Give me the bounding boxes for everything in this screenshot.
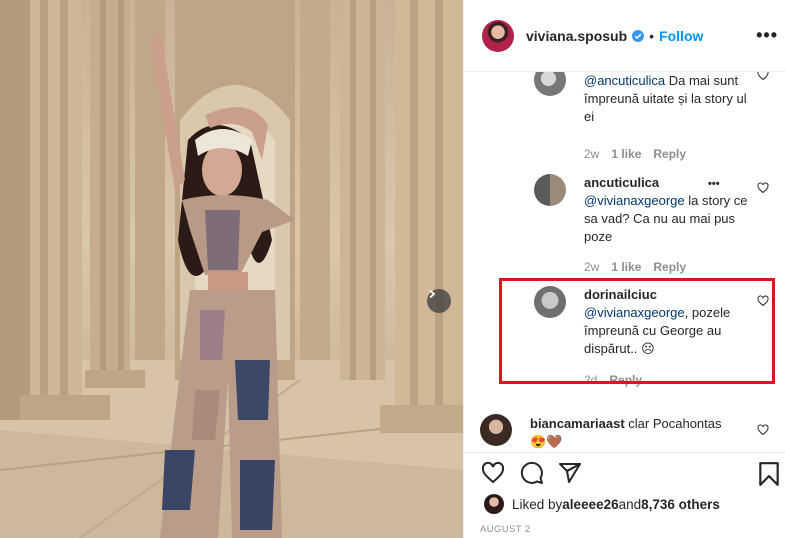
comment-avatar[interactable] (480, 414, 512, 446)
share-icon[interactable] (558, 461, 582, 485)
comment-options-button[interactable]: ••• (708, 178, 720, 190)
comment-meta: 2d Reply (584, 373, 654, 387)
like-comment-heart-icon[interactable] (757, 295, 769, 307)
liked-by-prefix: Liked by (512, 496, 563, 512)
liked-by-middle: and (618, 496, 642, 512)
comment-avatar[interactable] (534, 72, 566, 96)
like-comment-heart-icon[interactable] (757, 72, 769, 81)
author-avatar[interactable] (482, 19, 514, 52)
comment-mention[interactable]: @ancuticulica (584, 73, 665, 88)
comments-list: vivianaxgeorge @ancuticulica Da mai sunt… (464, 72, 785, 452)
photo-scene (0, 0, 463, 538)
chevron-right-icon (429, 289, 436, 299)
comment-meta: 2w 1 like Reply (584, 260, 698, 274)
comment-mention[interactable]: @vivianaxgeorge (584, 193, 685, 208)
comment-text: dorinailciuc @vivianaxgeorge, pozele împ… (584, 286, 764, 358)
comment-icon[interactable] (520, 461, 544, 485)
like-comment-heart-icon[interactable] (757, 182, 769, 194)
post-header: viviana.sposub • Follow ••• (464, 0, 785, 72)
post-side-panel: viviana.sposub • Follow ••• vivianaxgeor… (463, 0, 785, 538)
comment-time[interactable]: 2d (584, 373, 597, 387)
comment-username[interactable]: dorinailciuc (584, 287, 657, 302)
comment-likes[interactable]: 1 like (611, 260, 641, 274)
comment-avatar[interactable] (534, 286, 566, 318)
comment-text: vivianaxgeorge @ancuticulica Da mai sunt… (584, 72, 754, 126)
comment-avatar[interactable] (534, 174, 566, 206)
comment-meta: 2w 1 like Reply (584, 147, 698, 161)
post-date[interactable]: AUGUST 2 (480, 524, 531, 535)
comment-text: biancamariaast clar Pocahontas 😍🤎 (530, 415, 755, 451)
more-options-button[interactable]: ••• (756, 25, 778, 46)
comment-time[interactable]: 2w (584, 260, 599, 274)
comment-username[interactable]: biancamariaast (530, 416, 625, 431)
comment-text: ancuticulica @vivianaxgeorge la story ce… (584, 174, 754, 246)
comment-likes[interactable]: 1 like (611, 147, 641, 161)
reply-button[interactable]: Reply (653, 260, 686, 274)
comment-content: clar Pocahontas (624, 416, 722, 431)
header-separator: • (649, 27, 655, 44)
next-photo-button[interactable] (427, 289, 451, 313)
comment-username[interactable]: ancuticulica (584, 175, 659, 190)
liked-by-summary: Liked by aleeee26 and 8,736 others (484, 492, 720, 516)
like-comment-heart-icon[interactable] (757, 424, 769, 436)
comment-mention[interactable]: @vivianaxgeorge (584, 305, 685, 320)
reply-button[interactable]: Reply (653, 147, 686, 161)
liker-avatar[interactable] (484, 494, 504, 514)
liker-username[interactable]: aleeee26 (562, 497, 618, 512)
post-action-bar (464, 452, 785, 492)
likes-others-link[interactable]: 8,736 others (641, 497, 720, 512)
comment-emoji: 😍🤎 (530, 434, 563, 449)
comment-time[interactable]: 2w (584, 147, 599, 161)
author-username[interactable]: viviana.sposub (526, 28, 627, 44)
reply-button[interactable]: Reply (609, 373, 642, 387)
verified-icon (632, 29, 645, 42)
post-photo (0, 0, 463, 538)
follow-button[interactable]: Follow (659, 28, 703, 44)
heart-icon[interactable] (480, 461, 506, 485)
bookmark-icon[interactable] (758, 461, 780, 487)
